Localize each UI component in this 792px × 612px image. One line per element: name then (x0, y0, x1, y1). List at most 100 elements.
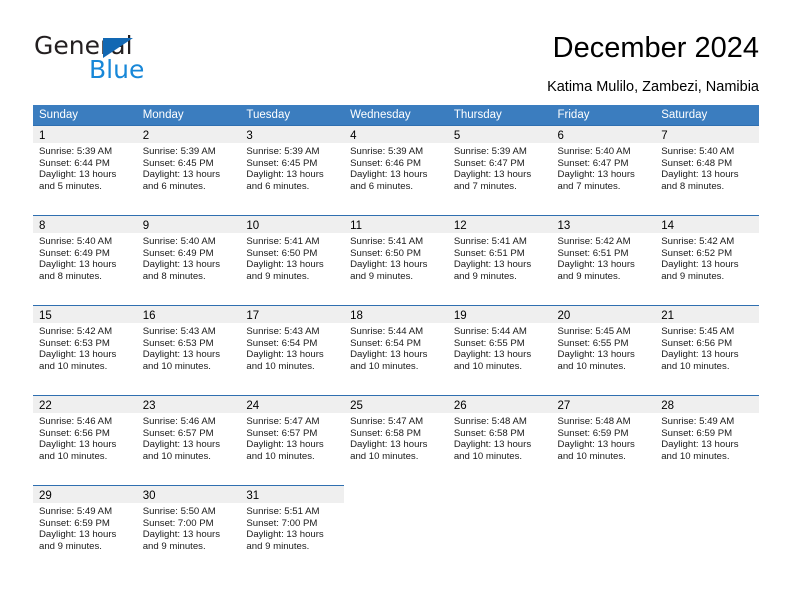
day-cell[interactable]: 6 Sunrise: 5:40 AM Sunset: 6:47 PM Daylight… (551, 125, 656, 215)
day-cell[interactable]: 17 Sunrise: 5:43 AM Sunset: 6:54 PM Dayligh… (240, 305, 345, 395)
general-blue-logo[interactable]: General Blue (34, 33, 214, 85)
day-info: Sunrise: 5:42 AM Sunset: 6:51 PM Daylight:… (552, 233, 656, 282)
day-info: Sunrise: 5:47 AM Sunset: 6:57 PM Daylight:… (240, 413, 344, 462)
day-number: 2 (142, 130, 150, 142)
day-number: 21 (661, 310, 675, 322)
weekday-header-monday: Monday (142, 109, 184, 121)
day-info: Sunrise: 5:46 AM Sunset: 6:56 PM Daylight:… (33, 413, 137, 462)
day-number: 12 (453, 220, 467, 232)
page-title: December 2024 (552, 32, 759, 64)
calendar-weeks: 1 Sunrise: 5:39 AM Sunset: 6:44 PM Daylight… (33, 125, 759, 575)
daylight-text: Daylight: 13 hours and 10 minutes. (453, 439, 532, 462)
day-cell[interactable]: 31 Sunrise: 5:51 AM Sunset: 7:00 PM Dayligh… (240, 485, 345, 575)
sunrise-text: Sunrise: 5:39 AM (39, 146, 113, 157)
day-number-band: 7 (655, 126, 759, 143)
daylight-text: Daylight: 13 hours and 7 minutes. (453, 169, 532, 192)
day-number: 26 (453, 400, 467, 412)
sunrise-text: Sunrise: 5:44 AM (453, 326, 527, 337)
day-cell[interactable]: 12 Sunrise: 5:41 AM Sunset: 6:51 PM Dayligh… (447, 215, 552, 305)
sunrise-text: Sunrise: 5:48 AM (453, 416, 527, 427)
day-cell[interactable]: 2 Sunrise: 5:39 AM Sunset: 6:45 PM Daylight… (136, 125, 241, 215)
day-info: Sunrise: 5:49 AM Sunset: 6:59 PM Daylight:… (655, 413, 759, 462)
day-cell[interactable]: 1 Sunrise: 5:39 AM Sunset: 6:44 PM Daylight… (33, 125, 137, 215)
daylight-text: Daylight: 13 hours and 6 minutes. (246, 169, 324, 192)
day-number: 5 (453, 130, 461, 142)
day-cell[interactable]: 7 Sunrise: 5:40 AM Sunset: 6:48 PM Daylight… (655, 125, 759, 215)
weekday-header-tuesday: Tuesday (246, 109, 291, 121)
day-info: Sunrise: 5:50 AM Sunset: 7:00 PM Daylight:… (137, 503, 241, 552)
sunrise-text: Sunrise: 5:42 AM (557, 236, 631, 247)
sunset-text: Sunset: 6:52 PM (661, 247, 733, 259)
day-cell-empty (655, 485, 759, 575)
day-cell[interactable]: 10 Sunrise: 5:41 AM Sunset: 6:50 PM Dayligh… (240, 215, 345, 305)
day-number-band: 31 (240, 486, 345, 503)
day-cell[interactable]: 8 Sunrise: 5:40 AM Sunset: 6:49 PM Daylight… (33, 215, 137, 305)
sunrise-text: Sunrise: 5:39 AM (350, 146, 424, 157)
day-number-band: 28 (655, 396, 759, 413)
day-number-band: 16 (136, 306, 241, 323)
day-cell[interactable]: 26 Sunrise: 5:48 AM Sunset: 6:58 PM Dayligh… (447, 395, 552, 485)
day-cell[interactable]: 28 Sunrise: 5:49 AM Sunset: 6:59 PM Dayligh… (655, 395, 759, 485)
day-cell[interactable]: 19 Sunrise: 5:44 AM Sunset: 6:55 PM Dayligh… (447, 305, 552, 395)
daylight-text: Daylight: 13 hours and 8 minutes. (661, 169, 739, 192)
daylight-text: Daylight: 13 hours and 10 minutes. (39, 439, 117, 462)
sunset-text: Sunset: 6:58 PM (453, 427, 525, 439)
day-cell[interactable]: 18 Sunrise: 5:44 AM Sunset: 6:54 PM Dayligh… (344, 305, 448, 395)
day-cell[interactable]: 22 Sunrise: 5:46 AM Sunset: 6:56 PM Dayligh… (33, 395, 137, 485)
day-cell[interactable]: 29 Sunrise: 5:49 AM Sunset: 6:59 PM Dayligh… (33, 485, 137, 575)
day-number-band: 4 (344, 126, 448, 143)
sunset-text: Sunset: 6:54 PM (350, 337, 422, 349)
day-info: Sunrise: 5:39 AM Sunset: 6:47 PM Daylight:… (448, 143, 552, 192)
daylight-text: Daylight: 13 hours and 8 minutes. (39, 259, 117, 282)
weekday-header-saturday: Saturday (661, 109, 708, 121)
daylight-text: Daylight: 13 hours and 9 minutes. (246, 259, 324, 282)
day-number: 19 (453, 310, 467, 322)
day-number: 8 (39, 220, 46, 232)
daylight-text: Daylight: 13 hours and 7 minutes. (557, 169, 635, 192)
sunrise-text: Sunrise: 5:41 AM (246, 236, 320, 247)
sunset-text: Sunset: 7:00 PM (142, 517, 214, 529)
day-cell[interactable]: 14 Sunrise: 5:42 AM Sunset: 6:52 PM Dayligh… (655, 215, 759, 305)
day-cell[interactable]: 27 Sunrise: 5:48 AM Sunset: 6:59 PM Dayligh… (551, 395, 656, 485)
day-cell[interactable]: 11 Sunrise: 5:41 AM Sunset: 6:50 PM Dayligh… (344, 215, 448, 305)
sunset-text: Sunset: 6:44 PM (39, 157, 110, 169)
day-info: Sunrise: 5:49 AM Sunset: 6:59 PM Daylight:… (33, 503, 137, 552)
daylight-text: Daylight: 13 hours and 5 minutes. (39, 169, 117, 192)
sunset-text: Sunset: 6:49 PM (142, 247, 214, 259)
day-number-band: 30 (136, 486, 241, 503)
day-info: Sunrise: 5:41 AM Sunset: 6:50 PM Daylight:… (240, 233, 344, 282)
day-cell[interactable]: 24 Sunrise: 5:47 AM Sunset: 6:57 PM Dayligh… (240, 395, 345, 485)
sunset-text: Sunset: 6:55 PM (453, 337, 525, 349)
day-cell[interactable]: 16 Sunrise: 5:43 AM Sunset: 6:53 PM Dayligh… (136, 305, 241, 395)
daylight-text: Daylight: 13 hours and 10 minutes. (661, 349, 739, 372)
day-cell[interactable]: 23 Sunrise: 5:46 AM Sunset: 6:57 PM Dayligh… (136, 395, 241, 485)
day-info: Sunrise: 5:39 AM Sunset: 6:44 PM Daylight:… (33, 143, 137, 192)
day-cell[interactable]: 4 Sunrise: 5:39 AM Sunset: 6:46 PM Daylight… (344, 125, 448, 215)
sunset-text: Sunset: 6:55 PM (557, 337, 629, 349)
day-number: 31 (246, 490, 260, 502)
day-cell[interactable]: 15 Sunrise: 5:42 AM Sunset: 6:53 PM Dayligh… (33, 305, 137, 395)
sunset-text: Sunset: 6:57 PM (142, 427, 214, 439)
day-number: 14 (661, 220, 675, 232)
day-cell[interactable]: 25 Sunrise: 5:47 AM Sunset: 6:58 PM Dayligh… (344, 395, 448, 485)
calendar-page: General Blue December 2024 Katima Mulilo… (0, 0, 792, 612)
day-cell[interactable]: 3 Sunrise: 5:39 AM Sunset: 6:45 PM Daylight… (240, 125, 345, 215)
day-cell[interactable]: 9 Sunrise: 5:40 AM Sunset: 6:49 PM Daylight… (136, 215, 241, 305)
day-cell[interactable]: 21 Sunrise: 5:45 AM Sunset: 6:56 PM Dayligh… (655, 305, 759, 395)
day-number: 18 (350, 310, 363, 322)
day-number-band: 20 (551, 306, 656, 323)
day-info: Sunrise: 5:43 AM Sunset: 6:54 PM Daylight:… (240, 323, 344, 372)
day-cell[interactable]: 20 Sunrise: 5:45 AM Sunset: 6:55 PM Dayligh… (551, 305, 656, 395)
weekday-header-wednesday: Wednesday (350, 109, 411, 121)
sunrise-text: Sunrise: 5:45 AM (661, 326, 735, 337)
weekday-header-sunday: Sunday (39, 109, 79, 121)
sunset-text: Sunset: 6:50 PM (350, 247, 422, 259)
day-cell[interactable]: 13 Sunrise: 5:42 AM Sunset: 6:51 PM Dayligh… (551, 215, 656, 305)
daylight-text: Daylight: 13 hours and 10 minutes. (246, 439, 324, 462)
day-number-band: 12 (447, 216, 552, 233)
day-number-band: 1 (33, 126, 137, 143)
day-number-band: 19 (447, 306, 552, 323)
day-cell[interactable]: 30 Sunrise: 5:50 AM Sunset: 7:00 PM Dayligh… (136, 485, 241, 575)
day-cell[interactable]: 5 Sunrise: 5:39 AM Sunset: 6:47 PM Daylight… (447, 125, 552, 215)
sunset-text: Sunset: 6:56 PM (661, 337, 733, 349)
